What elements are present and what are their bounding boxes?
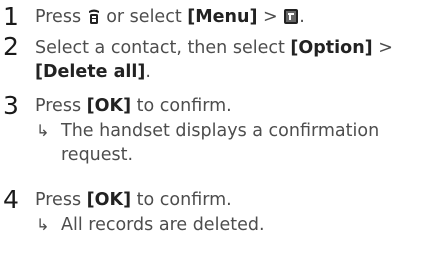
ok-label: [OK] — [86, 190, 132, 210]
step-text: Press — [35, 190, 82, 210]
step-number: 3 — [3, 91, 19, 120]
step-text: Press — [35, 96, 82, 116]
step-2-text: Select a contact, then select [Option] > — [35, 37, 393, 59]
step-1-text: Press or select [Menu] > . — [35, 6, 305, 31]
step-3-text: Press [OK] to confirm. — [35, 95, 232, 117]
step-4-result: All records are deleted. — [61, 215, 265, 235]
menu-label: [Menu] — [187, 7, 258, 27]
step-text: . — [299, 7, 305, 27]
step-text: Select a contact, then select — [35, 38, 285, 58]
step-text: to confirm. — [136, 96, 232, 116]
phonebook-key-icon — [87, 8, 101, 31]
separator: > — [263, 7, 278, 27]
separator: > — [378, 38, 393, 58]
result-arrow-icon: ↳ — [36, 121, 50, 140]
step-2-text-cont: [Delete all]. — [35, 61, 151, 83]
result-arrow-icon: ↳ — [36, 215, 50, 234]
step-number: 1 — [3, 2, 19, 31]
step-number: 2 — [3, 32, 19, 61]
step-text: Press — [35, 7, 82, 27]
ok-label: [OK] — [86, 96, 132, 116]
step-text: . — [145, 62, 151, 82]
step-text: to confirm. — [136, 190, 232, 210]
phonebook-menu-icon — [283, 8, 299, 31]
step-4-text: Press [OK] to confirm. — [35, 189, 232, 211]
option-label: [Option] — [290, 38, 373, 58]
delete-all-label: [Delete all] — [35, 62, 146, 82]
step-text: or select — [106, 7, 182, 27]
step-3-result: The handset displays a confirmation — [61, 121, 380, 141]
step-3-result-cont: request. — [61, 145, 134, 165]
step-number: 4 — [3, 185, 19, 214]
